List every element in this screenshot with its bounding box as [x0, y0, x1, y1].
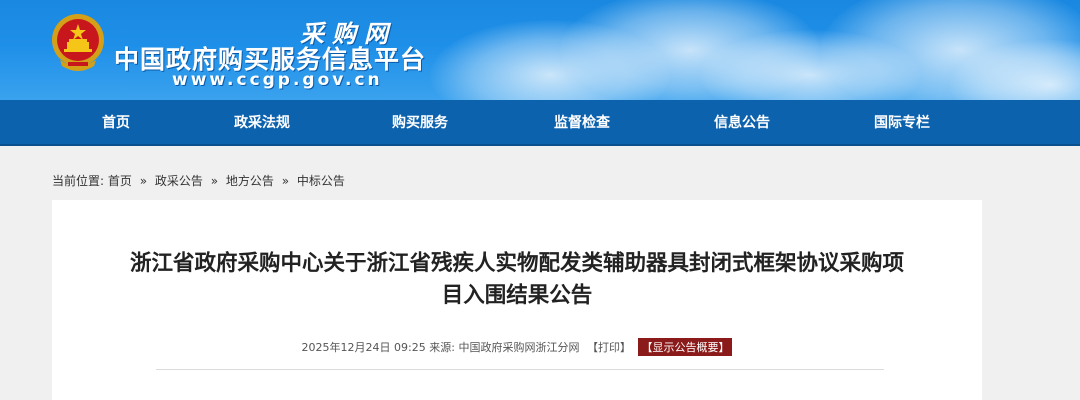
source-label: 来源:	[429, 341, 455, 354]
nav-item-announcements[interactable]: 信息公告	[672, 100, 812, 146]
nav-item-regulations[interactable]: 政采法规	[192, 100, 332, 146]
source-name: 中国政府采购网浙江分网	[458, 341, 580, 354]
article-meta: 2025年12月24日 09:25 来源: 中国政府采购网浙江分网 【打印】 【…	[52, 338, 982, 356]
breadcrumb-separator: »	[281, 174, 290, 188]
main-nav: 首页 政采法规 购买服务 监督检查 信息公告 国际专栏	[0, 100, 1080, 146]
divider	[156, 369, 884, 370]
breadcrumb: 当前位置: 首页 » 政采公告 » 地方公告 » 中标公告	[52, 172, 345, 189]
breadcrumb-separator: »	[210, 174, 219, 188]
nav-item-purchase-services[interactable]: 购买服务	[350, 100, 490, 146]
breadcrumb-item-notices[interactable]: 政采公告	[155, 174, 203, 188]
breadcrumb-item-home[interactable]: 首页	[108, 174, 132, 188]
title-line: 浙江省政府采购中心关于浙江省残疾人实物配发类辅助器具封闭式框架协议采购项	[129, 251, 904, 276]
breadcrumb-item-award[interactable]: 中标公告	[297, 174, 345, 188]
breadcrumb-item-local[interactable]: 地方公告	[226, 174, 274, 188]
title-line: 目入围结果公告	[441, 283, 593, 308]
nav-item-home[interactable]: 首页	[46, 100, 186, 146]
nav-item-international[interactable]: 国际专栏	[832, 100, 972, 146]
article-panel: 浙江省政府采购中心关于浙江省残疾人实物配发类辅助器具封闭式框架协议采购项 目入围…	[52, 200, 982, 400]
logo-url: www.ccgp.gov.cn	[172, 70, 383, 90]
show-summary-button[interactable]: 【显示公告概要】	[638, 338, 733, 356]
page-title: 浙江省政府采购中心关于浙江省残疾人实物配发类辅助器具封闭式框架协议采购项 目入围…	[52, 248, 982, 312]
national-emblem-icon	[52, 14, 104, 71]
breadcrumb-separator: »	[139, 174, 148, 188]
header-banner: 采购网 中国政府购买服务信息平台 www.ccgp.gov.cn	[0, 0, 1080, 100]
breadcrumb-prefix: 当前位置:	[52, 174, 105, 188]
nav-item-supervision[interactable]: 监督检查	[512, 100, 652, 146]
publish-date: 2025年12月24日 09:25	[301, 341, 426, 354]
print-link[interactable]: 【打印】	[587, 341, 631, 354]
